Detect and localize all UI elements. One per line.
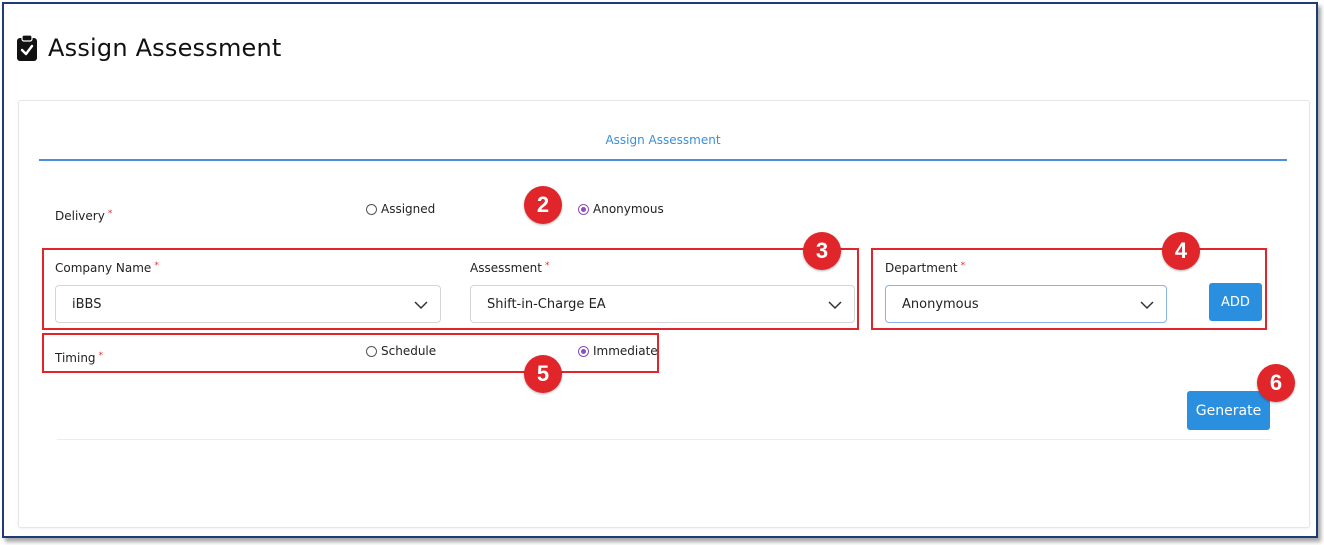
- company-name-label: Company Name *: [55, 261, 159, 275]
- delivery-assigned-radio[interactable]: Assigned: [366, 202, 435, 216]
- required-mark: *: [544, 261, 550, 271]
- radio-checked-icon[interactable]: [578, 203, 589, 215]
- callout-badge-3: 3: [803, 232, 841, 270]
- timing-immediate-radio[interactable]: Immediate: [578, 344, 658, 358]
- required-mark: *: [107, 209, 113, 219]
- radio-unchecked-icon[interactable]: [366, 345, 377, 357]
- chevron-down-icon: [828, 301, 842, 310]
- assessment-select[interactable]: Shift-in-Charge EA: [470, 285, 855, 323]
- timing-label: Timing *: [55, 351, 104, 365]
- company-name-select[interactable]: iBBS: [55, 285, 441, 323]
- callout-badge-2: 2: [524, 186, 562, 224]
- chevron-down-icon: [1140, 301, 1154, 310]
- delivery-anonymous-radio[interactable]: Anonymous: [578, 202, 664, 216]
- page-header: Assign Assessment: [16, 34, 282, 62]
- tab-label: Assign Assessment: [605, 133, 721, 147]
- tab-assign-assessment[interactable]: Assign Assessment: [39, 131, 1287, 161]
- clipboard-check-icon: [17, 34, 37, 61]
- timing-schedule-radio[interactable]: Schedule: [366, 344, 436, 358]
- callout-badge-6: 6: [1257, 364, 1295, 402]
- radio-unchecked-icon[interactable]: [366, 203, 377, 215]
- window-frame: Assign Assessment Assign Assessment Deli…: [2, 2, 1318, 538]
- delivery-label: Delivery *: [55, 209, 113, 223]
- department-select[interactable]: Anonymous: [885, 285, 1167, 323]
- required-mark: *: [154, 261, 159, 271]
- page-title: Assign Assessment: [48, 34, 282, 62]
- callout-badge-4: 4: [1162, 232, 1200, 270]
- add-department-button[interactable]: ADD: [1209, 283, 1262, 321]
- divider: [57, 439, 1271, 440]
- assign-assessment-card: Assign Assessment Delivery * Assigned Ano…: [18, 100, 1310, 528]
- required-mark: *: [98, 351, 104, 361]
- department-label: Department *: [885, 261, 966, 275]
- callout-badge-5: 5: [524, 355, 562, 393]
- radio-checked-icon[interactable]: [578, 345, 589, 357]
- assessment-label: Assessment *: [470, 261, 550, 275]
- chevron-down-icon: [414, 301, 428, 310]
- required-mark: *: [960, 261, 966, 271]
- generate-button[interactable]: Generate: [1187, 391, 1270, 430]
